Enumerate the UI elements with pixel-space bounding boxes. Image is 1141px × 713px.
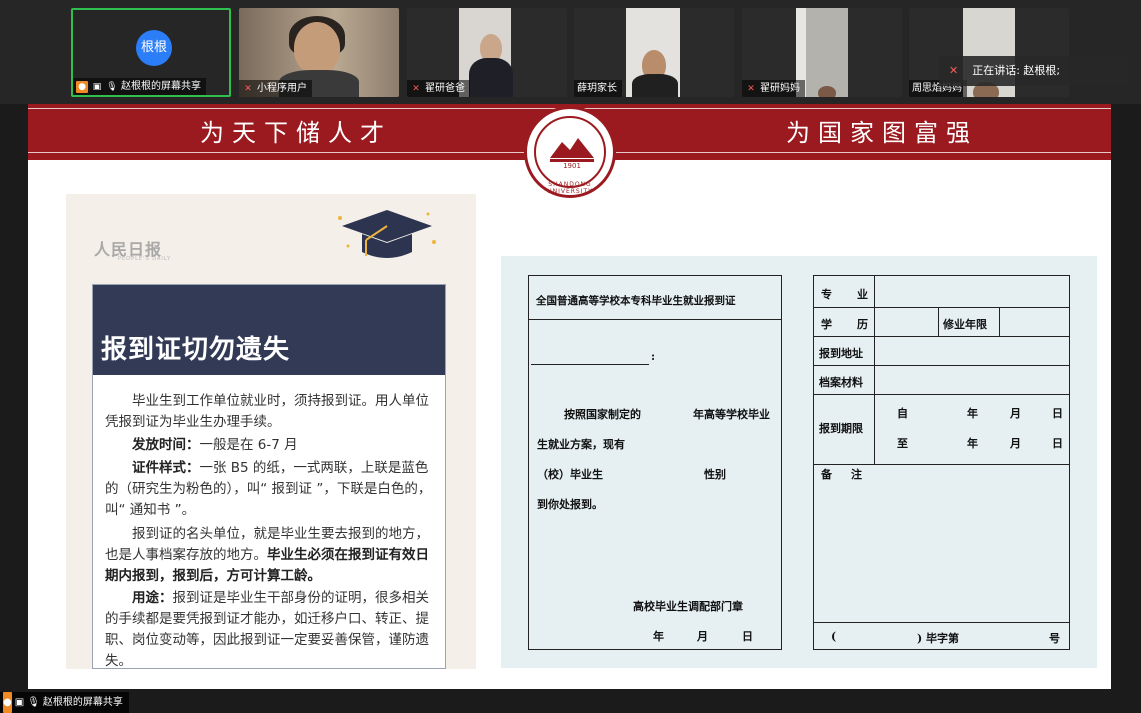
speaking-indicator: ✕ 正在讲话: 赵根根; [939, 56, 1129, 86]
screen-share-label: 赵根根的屏幕共享 [42, 697, 123, 708]
mic-off-icon: ✕ [412, 83, 420, 94]
person-icon: ● [3, 692, 12, 713]
participant-name: 翟研爸爸 [425, 83, 465, 94]
form-line-3b: 性别 [704, 468, 726, 481]
form-line-4: 到你处报到。 [537, 498, 603, 511]
participant-name: 赵根根的屏幕共享 [121, 81, 201, 92]
form-line-2: 生就业方案，现有 [537, 438, 625, 451]
poster-paragraph-2: 发放时间：一般是在 6-7 月 [132, 437, 298, 453]
form-line-1a: 按照国家制定的 [564, 408, 641, 421]
form-title: 全国普通高等学校本专科毕业生就业报到证 [536, 295, 736, 307]
screen-share-status-bar: ● ▣ 🎙 赵根根的屏幕共享 [0, 692, 129, 713]
participant-caption: ✕ 翟研妈妈 [742, 80, 805, 97]
news-poster: 人民日报 PEOPLE'S DAILY 报到证切勿遗失 毕业生到工作单位就业时，… [66, 194, 476, 669]
mic-icon: 🎙 [106, 81, 118, 92]
form-dept-stamp: 高校毕业生调配部门章 [633, 600, 743, 613]
participant-name: 翟研妈妈 [760, 83, 800, 94]
speaking-label: 正在讲话: 赵根根; [972, 64, 1061, 77]
avatar: 根根 [136, 30, 172, 66]
motto-right: 为国家图富强 [786, 119, 978, 147]
mountain-icon [550, 138, 594, 162]
form-left-panel [528, 275, 782, 650]
screen-share-icon: ▣ [14, 697, 25, 708]
graduation-cap-icon [338, 210, 436, 258]
screen-share-icon: ▣ [92, 81, 102, 92]
mic-icon: 🎙 [27, 697, 40, 708]
motto-left: 为天下储人才 [200, 119, 392, 147]
participant-caption: ✕ 翟研爸爸 [407, 80, 470, 97]
people-daily-logo-sub: PEOPLE'S DAILY [118, 256, 172, 262]
seal-year: 1901 [563, 162, 581, 170]
report-card-form: 全国普通高等学校本专科毕业生就业报到证 : 按照国家制定的 年高等学校毕业 生就… [501, 256, 1097, 668]
participant-caption: ● ▣ 🎙 赵根根的屏幕共享 [73, 78, 206, 95]
poster-title: 报到证切勿遗失 [101, 335, 291, 365]
participant-tile-screen-share[interactable]: 根根 ● ▣ 🎙 赵根根的屏幕共享 [71, 8, 231, 97]
poster-paragraph-5: 用途：报到证是毕业生干部身份的证明，很多相关的手续都是要凭报到证才能办，如迁移户… [105, 590, 429, 669]
form-colon: : [651, 350, 656, 363]
university-seal: 1901 SHANDONG UNIVERSITY [524, 106, 616, 198]
form-right-panel [813, 275, 1070, 650]
participant-name: 小程序用户 [257, 83, 307, 94]
poster-card: 报到证切勿遗失 毕业生到工作单位就业时，须持报到证。用人单位凭报到证为毕业生办理… [92, 284, 446, 669]
participant-tile[interactable]: ✕ 翟研妈妈 [742, 8, 902, 97]
participant-tile[interactable]: ✕ 翟研爸爸 [407, 8, 567, 97]
meeting-window: 根根 ● ▣ 🎙 赵根根的屏幕共享 ✕ 小程序用户 ✕ 翟研爸爸 薛玥家长 ✕ … [0, 0, 1141, 713]
poster-paragraph-1: 毕业生到工作单位就业时，须持报到证。用人单位凭报到证为毕业生办理手续。 [105, 393, 429, 430]
participant-caption: 薛玥家长 [574, 80, 622, 97]
seal-ring-text: SHANDONG UNIVERSITY [547, 181, 593, 195]
form-line-1b: 年高等学校毕业 [693, 408, 770, 421]
participant-strip: 根根 ● ▣ 🎙 赵根根的屏幕共享 ✕ 小程序用户 ✕ 翟研爸爸 薛玥家长 ✕ … [0, 0, 1141, 104]
participant-tile[interactable]: 薛玥家长 [574, 8, 734, 97]
participant-tile[interactable]: ✕ 小程序用户 [239, 8, 399, 97]
poster-paragraph-3: 证件样式：一张 B5 的纸，一式两联，上联是蓝色的（研究生为粉色的），叫“ 报到… [105, 460, 432, 518]
participant-name: 薛玥家长 [577, 83, 617, 94]
shared-slide: 为天下储人才 为国家图富强 1901 SHANDONG UNIVERSITY 人… [28, 104, 1111, 689]
poster-paragraph-4: 报到证的名头单位，就是毕业生要去报到的地方，也是人事档案存放的地方。毕业生必须在… [105, 526, 429, 584]
mic-off-icon: ✕ [747, 83, 755, 94]
person-icon: ● [76, 80, 88, 93]
form-line-3a: （校）毕业生 [537, 468, 603, 481]
mic-off-icon: ✕ [244, 83, 252, 94]
participant-caption: ✕ 小程序用户 [239, 80, 312, 97]
speaker-icon: ✕ [949, 64, 959, 77]
